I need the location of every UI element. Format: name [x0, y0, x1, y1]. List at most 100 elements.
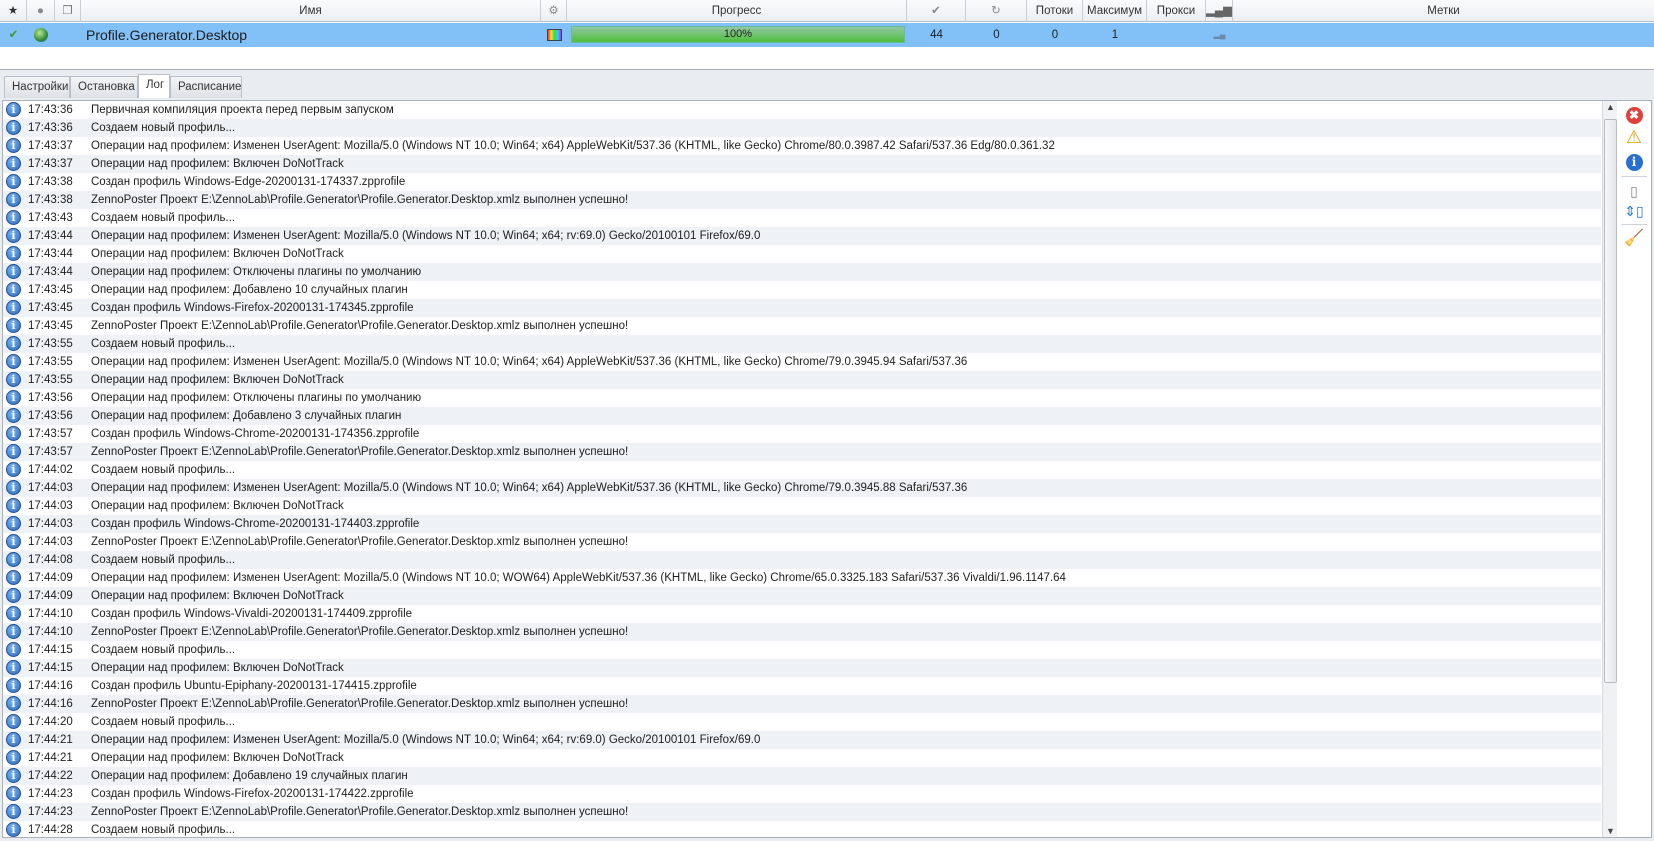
log-row[interactable]: i 17:44:21 Операции над профилем: Включен …: [3, 749, 1601, 767]
log-row[interactable]: i 17:43:36 Создаем новый профиль...: [3, 119, 1601, 137]
col-progress[interactable]: Прогресс: [567, 0, 907, 22]
info-icon: i: [6, 822, 21, 837]
log-message: ZennoPoster Проект E:\ZennoLab\Profile.G…: [91, 446, 629, 458]
log-row[interactable]: i 17:44:20 Создаем новый профиль...: [3, 713, 1601, 731]
log-row[interactable]: i 17:43:38 Создан профиль Windows-Edge-202…: [3, 173, 1601, 191]
log-row[interactable]: i 17:43:36 Первичная компиляция проекта пе…: [3, 101, 1601, 119]
log-row[interactable]: i 17:44:28 Создаем новый профиль...: [3, 821, 1601, 837]
log-row[interactable]: i 17:43:56 Операции над профилем: Добавлен…: [3, 407, 1601, 425]
done-count: 44: [930, 29, 943, 41]
tab-2[interactable]: Лог: [138, 74, 170, 98]
log-message: Создаем новый профиль...: [91, 122, 236, 134]
col-name[interactable]: Имя: [81, 0, 541, 22]
log-row[interactable]: i 17:43:44 Операции над профилем: Включен …: [3, 245, 1601, 263]
col-status-star-icon[interactable]: ★: [0, 0, 27, 22]
log-time: 17:44:09: [28, 590, 73, 602]
log-row[interactable]: i 17:44:03 Операции над профилем: Включен …: [3, 497, 1601, 515]
tab-0[interactable]: Настройки: [4, 76, 70, 98]
log-row[interactable]: i 17:44:23 Создан профиль Windows-Firefox-…: [3, 785, 1601, 803]
maximum-value: 1: [1111, 29, 1119, 41]
log-row[interactable]: i 17:43:57 ZennoPoster Проект E:\ZennoLab\…: [3, 443, 1601, 461]
log-message: Операции над профилем: Изменен UserAgent…: [91, 356, 968, 368]
log-time: 17:44:21: [28, 734, 73, 746]
log-row[interactable]: i 17:43:55 Операции над профилем: Включен …: [3, 371, 1601, 389]
log-scrollbar[interactable]: ▲ ▼: [1602, 101, 1617, 837]
log-time: 17:44:16: [28, 698, 73, 710]
log-row[interactable]: i 17:43:45 Операции над профилем: Добавлен…: [3, 281, 1601, 299]
task-name: Profile.Generator.Desktop: [86, 27, 248, 43]
info-icon: i: [6, 624, 21, 639]
log-row[interactable]: i 17:43:55 Создаем новый профиль...: [3, 335, 1601, 353]
log-row[interactable]: i 17:44:02 Создаем новый профиль...: [3, 461, 1601, 479]
info-icon: i: [6, 228, 21, 243]
log-row[interactable]: i 17:43:44 Операции над профилем: Изменен …: [3, 227, 1601, 245]
log-row[interactable]: i 17:44:10 ZennoPoster Проект E:\ZennoLab\…: [3, 623, 1601, 641]
col-done-check-icon[interactable]: ✔: [907, 0, 966, 22]
log-time: 17:44:03: [28, 518, 73, 530]
info-icon: i: [6, 696, 21, 711]
info-icon: i: [6, 588, 21, 603]
log-row[interactable]: i 17:43:55 Операции над профилем: Изменен …: [3, 353, 1601, 371]
log-row[interactable]: i 17:44:16 Создан профиль Ubuntu-Epiphany-…: [3, 677, 1601, 695]
col-maximum[interactable]: Максимум: [1083, 0, 1147, 22]
col-proxy[interactable]: Прокси: [1147, 0, 1206, 22]
log-row[interactable]: i 17:44:15 Операции над профилем: Включен …: [3, 659, 1601, 677]
log-row[interactable]: i 17:43:45 ZennoPoster Проект E:\ZennoLab\…: [3, 317, 1601, 335]
log-time: 17:43:38: [28, 194, 73, 206]
col-globe-icon[interactable]: ●: [27, 0, 55, 22]
log-row[interactable]: i 17:44:22 Операции над профилем: Добавлен…: [3, 767, 1601, 785]
log-row[interactable]: i 17:44:23 ZennoPoster Проект E:\ZennoLab\…: [3, 803, 1601, 821]
log-row[interactable]: i 17:44:03 Создан профиль Windows-Chrome-2…: [3, 515, 1601, 533]
warning-filter-icon[interactable]: ⚠: [1624, 127, 1644, 147]
log-row[interactable]: i 17:44:09 Операции над профилем: Изменен …: [3, 569, 1601, 587]
log-message: Операции над профилем: Включен DoNotTrac…: [91, 374, 344, 386]
log-row[interactable]: i 17:43:56 Операции над профилем: Отключен…: [3, 389, 1601, 407]
info-icon: i: [6, 390, 21, 405]
log-time: 17:43:57: [28, 428, 73, 440]
log-row[interactable]: i 17:44:10 Создан профиль Windows-Vivaldi-…: [3, 605, 1601, 623]
log-row[interactable]: i 17:43:44 Операции над профилем: Отключен…: [3, 263, 1601, 281]
palette-icon[interactable]: [541, 23, 567, 47]
col-signal-icon[interactable]: ▂▄▆: [1206, 0, 1233, 22]
log-row[interactable]: i 17:44:21 Операции над профилем: Изменен …: [3, 731, 1601, 749]
info-icon: i: [6, 606, 21, 621]
log-time: 17:44:15: [28, 662, 73, 674]
log-time: 17:43:36: [28, 104, 73, 116]
info-icon: i: [6, 786, 21, 801]
scroll-down-arrow-icon[interactable]: ▼: [1606, 826, 1615, 836]
clear-log-broom-icon[interactable]: 🧹: [1624, 229, 1644, 249]
log-row[interactable]: i 17:43:38 ZennoPoster Проект E:\ZennoLab\…: [3, 191, 1601, 209]
log-row[interactable]: i 17:43:57 Создан профиль Windows-Chrome-2…: [3, 425, 1601, 443]
fit-columns-icon[interactable]: ⇕▯: [1624, 201, 1644, 221]
log-row[interactable]: i 17:44:03 Операции над профилем: Изменен …: [3, 479, 1601, 497]
log-row[interactable]: i 17:44:15 Создаем новый профиль...: [3, 641, 1601, 659]
scroll-up-arrow-icon[interactable]: ▲: [1606, 102, 1615, 112]
col-gear-icon[interactable]: ⚙: [541, 0, 567, 22]
log-row[interactable]: i 17:43:43 Создаем новый профиль...: [3, 209, 1601, 227]
scroll-thumb[interactable]: [1604, 119, 1617, 683]
log-row[interactable]: i 17:43:45 Создан профиль Windows-Firefox-…: [3, 299, 1601, 317]
info-filter-icon[interactable]: i: [1624, 151, 1644, 171]
col-threads[interactable]: Потоки: [1027, 0, 1083, 22]
task-row[interactable]: ✔ Profile.Generator.Desktop 100% 44 0 0 …: [0, 23, 1654, 47]
tab-3[interactable]: Расписание: [170, 76, 242, 98]
log-row[interactable]: i 17:44:16 ZennoPoster Проект E:\ZennoLab\…: [3, 695, 1601, 713]
col-retry-refresh-icon[interactable]: ↻: [966, 0, 1027, 22]
info-icon: i: [6, 102, 21, 117]
error-filter-icon[interactable]: ✖: [1624, 104, 1644, 124]
log-time: 17:43:37: [28, 158, 73, 170]
log-time: 17:44:15: [28, 644, 73, 656]
log-row[interactable]: i 17:44:03 ZennoPoster Проект E:\ZennoLab\…: [3, 533, 1601, 551]
log-time: 17:43:44: [28, 266, 73, 278]
tab-1[interactable]: Остановка: [70, 76, 138, 98]
autoscroll-icon[interactable]: ▯: [1624, 181, 1644, 201]
log-row[interactable]: i 17:44:08 Создаем новый профиль...: [3, 551, 1601, 569]
col-windows-icon[interactable]: ❐: [55, 0, 81, 22]
col-tags[interactable]: Метки: [1233, 0, 1654, 22]
log-row[interactable]: i 17:43:37 Операции над профилем: Изменен …: [3, 137, 1601, 155]
log-message: Операции над профилем: Изменен UserAgent…: [91, 230, 761, 242]
log-time: 17:44:03: [28, 536, 73, 548]
info-icon: i: [6, 138, 21, 153]
log-row[interactable]: i 17:43:37 Операции над профилем: Включен …: [3, 155, 1601, 173]
log-row[interactable]: i 17:44:09 Операции над профилем: Включен …: [3, 587, 1601, 605]
